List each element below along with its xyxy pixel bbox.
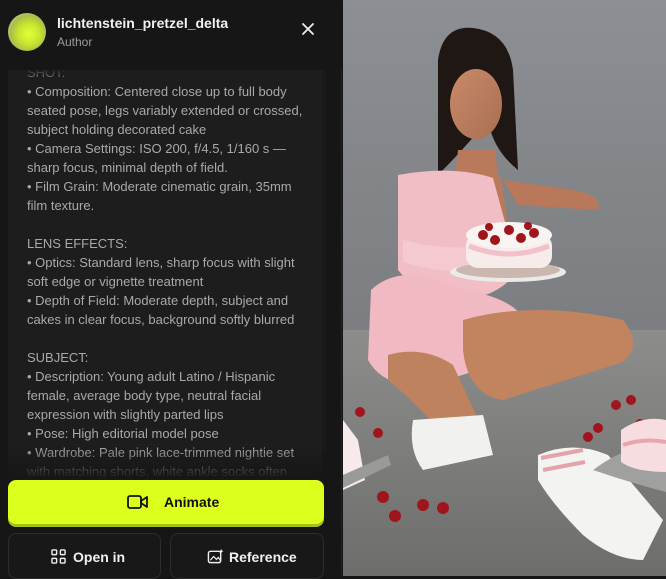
prompt-line: • Composition: Centered close up to full… [27, 84, 287, 99]
generated-image[interactable] [343, 0, 666, 576]
open-in-button[interactable]: Open in [8, 533, 161, 579]
prompt-line: subject holding decorated cake [27, 122, 207, 137]
close-icon[interactable] [297, 18, 319, 40]
prompt-line: • Film Grain: Moderate cinematic grain, … [27, 179, 292, 194]
author-avatar[interactable] [8, 13, 46, 51]
prompt-scrollbar[interactable] [322, 70, 326, 450]
prompt-scroll-area[interactable]: SHOT:• Composition: Centered close up to… [8, 69, 322, 479]
animate-button[interactable]: Animate [8, 480, 324, 524]
prompt-line: • Description: Young adult Latino / Hisp… [27, 369, 276, 384]
prompt-line: film texture. [27, 198, 95, 213]
grid-icon [51, 549, 66, 564]
video-camera-icon [127, 495, 148, 509]
bottom-fade [8, 447, 322, 479]
reference-label: Reference [229, 549, 297, 565]
prompt-line: female, average body type, neutral facia… [27, 388, 262, 403]
author-role: Author [57, 35, 93, 49]
prompt-line: • Optics: Standard lens, sharp focus wit… [27, 255, 295, 270]
image-sparkle-icon [207, 548, 224, 564]
prompt-line: • Pose: High editorial model pose [27, 426, 219, 441]
open-in-label: Open in [73, 549, 126, 565]
animate-label: Animate [164, 494, 220, 510]
reference-button[interactable]: Reference [170, 533, 324, 579]
prompt-text: SHOT:• Composition: Centered close up to… [27, 69, 312, 479]
prompt-line: • Camera Settings: ISO 200, f/4.5, 1/160… [27, 141, 286, 156]
prompt-line [27, 215, 312, 234]
prompt-line: LENS EFFECTS: [27, 236, 128, 251]
top-fade [8, 69, 322, 83]
prompt-line: expression with slightly parted lips [27, 407, 224, 422]
prompt-line: SUBJECT: [27, 350, 89, 365]
details-panel: SHOT:• Composition: Centered close up to… [0, 0, 342, 579]
photo-illustration [343, 0, 666, 576]
author-header: lichtenstein_pretzel_delta Author [0, 0, 342, 70]
prompt-line: • Depth of Field: Moderate depth, subjec… [27, 293, 289, 308]
prompt-line [27, 329, 312, 348]
prompt-line: cakes in clear focus, background softly … [27, 312, 295, 327]
author-name[interactable]: lichtenstein_pretzel_delta [57, 15, 228, 31]
prompt-line: seated pose, legs variably extended or c… [27, 103, 303, 118]
prompt-line: soft edge or vignette treatment [27, 274, 204, 289]
prompt-line: sharp focus, minimal depth of field. [27, 160, 228, 175]
